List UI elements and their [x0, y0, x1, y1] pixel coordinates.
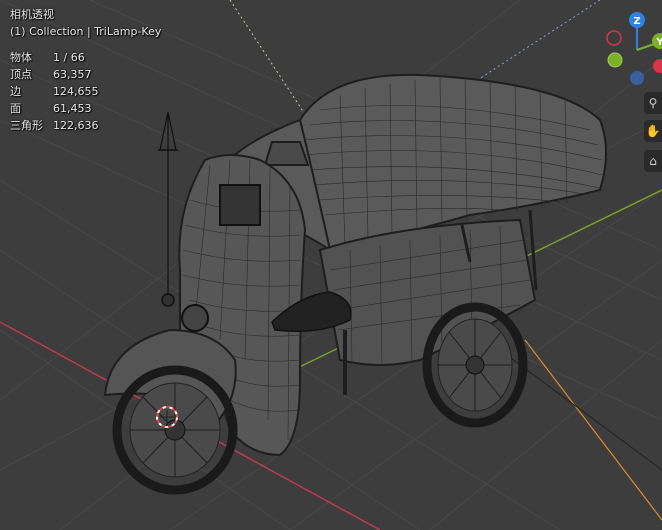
stat-row-objects: 物体 1 / 66 — [10, 51, 85, 64]
viewport-info-overlay: 相机透视 (1) Collection | TriLamp-Key 物体 1 / … — [10, 6, 161, 134]
trilamp-mesh[interactable] — [103, 73, 607, 495]
pan-hand-icon[interactable]: ✋ — [644, 120, 662, 142]
stat-row-edges: 边 124,655 — [10, 85, 99, 98]
x-axis-button[interactable] — [653, 59, 662, 73]
light-object-arrow[interactable] — [158, 111, 178, 300]
front-wheel — [112, 365, 238, 495]
collection-line: (1) Collection | TriLamp-Key — [10, 25, 162, 38]
stat-row-triangles: 三角形 122,636 — [10, 119, 99, 132]
rear-wheel — [422, 302, 528, 428]
y-axis-label: Y — [655, 37, 662, 48]
camera-icon[interactable]: ⌂ — [644, 150, 662, 172]
stat-row-faces: 面 61,453 — [10, 102, 92, 115]
z-axis-label: Z — [633, 16, 640, 27]
view-name: 相机透视 — [10, 8, 54, 21]
stat-row-vertices: 顶点 63,357 — [10, 68, 92, 81]
neg-z-axis-button[interactable] — [630, 71, 644, 85]
scene-statistics: 物体 1 / 66 顶点 63,357 边 124,655 面 61,453 三角形 12… — [10, 49, 161, 134]
3d-cursor-icon[interactable] — [156, 406, 178, 428]
neg-x-axis-button[interactable] — [606, 30, 622, 46]
neg-y-axis-button[interactable] — [607, 52, 623, 68]
light-orange-line — [524, 339, 662, 521]
navigation-gizmo[interactable]: Z Y — [602, 8, 662, 88]
zoom-icon[interactable]: ⚲ — [644, 92, 662, 114]
